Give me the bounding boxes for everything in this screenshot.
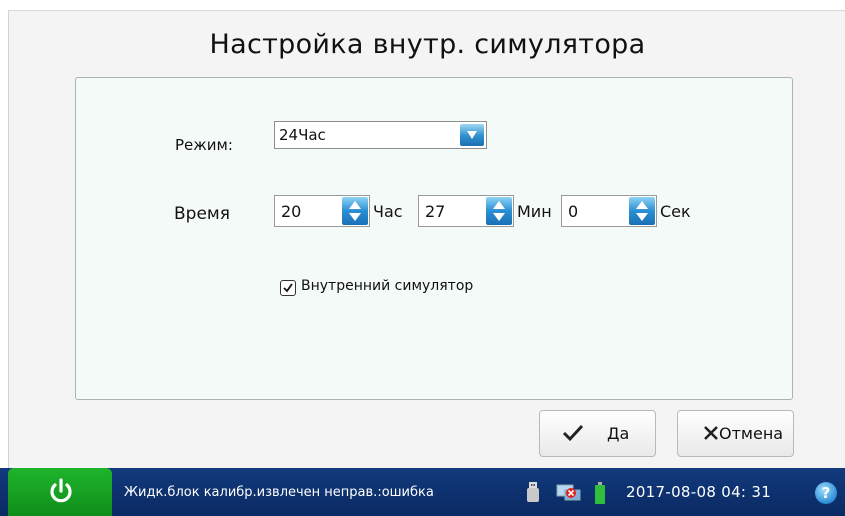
power-button[interactable] <box>8 468 112 516</box>
minutes-value: 27 <box>425 202 446 221</box>
settings-panel: Режим: 24Час Время 20 Час 27 Мин 0 Сек В… <box>75 77 793 400</box>
usb-icon <box>527 482 539 508</box>
mode-value: 24Час <box>279 126 326 144</box>
dialog-title: Настройка внутр. симулятора <box>209 29 646 60</box>
status-datetime: 2017-08-08 04: 31 <box>626 483 772 501</box>
power-icon <box>50 478 72 503</box>
spin-arrows-icon[interactable] <box>342 197 368 225</box>
hours-value: 20 <box>281 202 302 221</box>
seconds-unit: Сек <box>660 202 691 221</box>
cancel-button[interactable]: Отмена <box>677 410 794 457</box>
minutes-unit: Мин <box>517 202 552 221</box>
checkmark-icon <box>562 424 584 446</box>
hours-unit: Час <box>373 202 403 221</box>
chevron-down-icon[interactable] <box>460 124 484 146</box>
ok-label: Да <box>607 424 630 443</box>
dialog-frame: Настройка внутр. симулятора Режим: 24Час… <box>8 10 845 469</box>
network-error-icon <box>556 482 582 508</box>
help-icon[interactable]: ? <box>815 482 837 504</box>
hours-spinner[interactable]: 20 <box>274 195 370 227</box>
cancel-label: Отмена <box>719 424 784 443</box>
spin-arrows-icon[interactable] <box>629 197 655 225</box>
seconds-spinner[interactable]: 0 <box>561 195 657 227</box>
status-bar: Жидк.блок калибр.извлечен неправ.:ошибка… <box>0 468 845 516</box>
ok-button[interactable]: Да <box>539 410 656 457</box>
spin-arrows-icon[interactable] <box>486 197 512 225</box>
seconds-value: 0 <box>568 202 579 221</box>
time-label: Время <box>174 204 230 224</box>
mode-dropdown[interactable]: 24Час <box>274 121 487 149</box>
status-message: Жидк.блок калибр.извлечен неправ.:ошибка <box>124 485 434 500</box>
battery-icon <box>595 482 605 508</box>
internal-simulator-label: Внутренний симулятор <box>301 278 474 294</box>
mode-label: Режим: <box>175 136 233 154</box>
close-icon <box>703 425 719 445</box>
internal-simulator-checkbox[interactable] <box>280 280 296 296</box>
minutes-spinner[interactable]: 27 <box>418 195 514 227</box>
